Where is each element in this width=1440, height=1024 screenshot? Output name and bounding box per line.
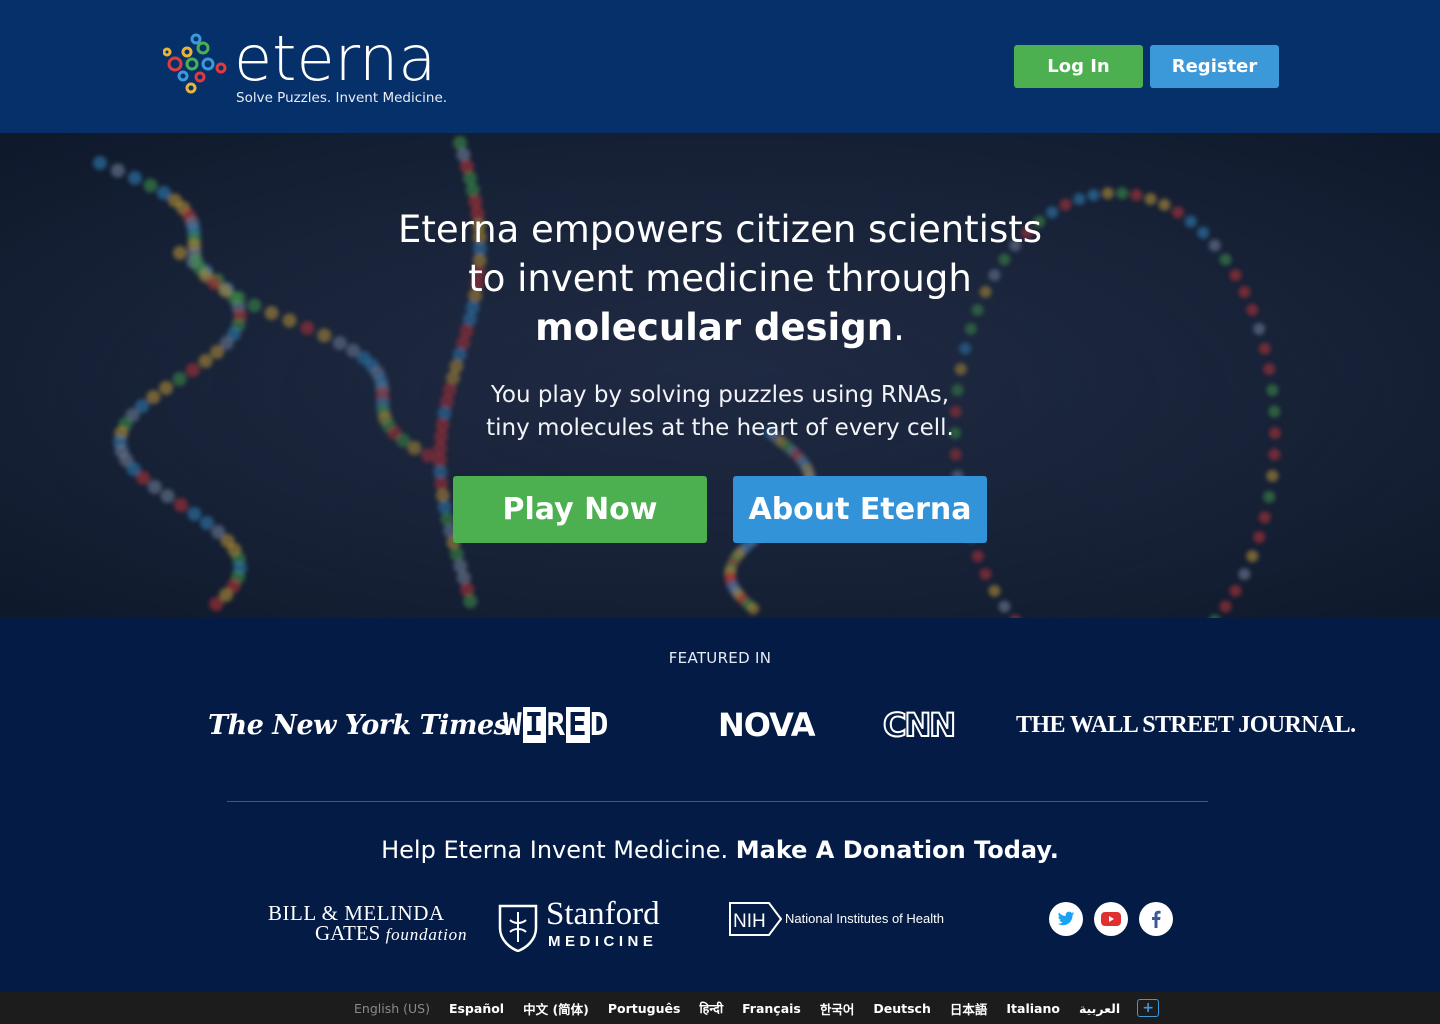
nyt-logo: The New York Times [208, 709, 509, 741]
lang-current: English (US) [354, 1000, 430, 1016]
nova-logo: NOVA [718, 706, 815, 744]
logo-tagline: Solve Puzzles. Invent Medicine. [236, 90, 448, 106]
lang-pt[interactable]: Português [608, 1001, 681, 1016]
site-header: eterna Solve Puzzles. Invent Medicine. L… [0, 0, 1440, 133]
nih-logo[interactable]: NIH National Institutes of Health [729, 902, 949, 936]
hero-section: Eterna empowers citizen scientists to in… [0, 133, 1440, 618]
facebook-button[interactable] [1139, 902, 1173, 936]
stanford-wordmark: Stanford [546, 896, 660, 932]
language-bar: English (US) Español 中文 (简体) Português ह… [0, 992, 1440, 1024]
hero-title-line2: to invent medicine through [468, 257, 972, 300]
nih-name: National Institutes of Health [785, 911, 944, 926]
youtube-icon [1101, 912, 1121, 926]
lang-ar[interactable]: العربية [1079, 1001, 1120, 1016]
lang-zh[interactable]: 中文 (简体) [523, 999, 589, 1018]
wsj-logo: THE WALL STREET JOURNAL. [1016, 711, 1356, 738]
youtube-button[interactable] [1094, 902, 1128, 936]
featured-in-label: FEATURED IN [668, 649, 772, 667]
cnn-logo: CNN [882, 705, 957, 745]
lang-ja[interactable]: 日本語 [950, 999, 988, 1018]
hero-title-line1: Eterna empowers citizen scientists [397, 208, 1043, 251]
lang-hi[interactable]: हिन्दी [699, 1000, 723, 1017]
lang-de[interactable]: Deutsch [873, 1001, 930, 1016]
register-button[interactable]: Register [1150, 45, 1279, 88]
logo-wordmark: eterna [234, 22, 437, 95]
wired-logo: WIRED [503, 707, 610, 743]
twitter-button[interactable] [1049, 902, 1083, 936]
gates-foundation-logo[interactable]: BILL & MELINDA GATES foundation [268, 901, 468, 945]
lang-it[interactable]: Italiano [1006, 1001, 1060, 1016]
donate-lead: Help Eterna Invent Medicine. [381, 836, 736, 864]
hero-title-end: . [893, 306, 905, 349]
hero-subtitle: You play by solving puzzles using RNAs, … [370, 379, 1070, 445]
stanford-shield-icon [498, 904, 538, 952]
nih-badge-icon: NIH [729, 902, 783, 936]
twitter-icon [1057, 911, 1075, 926]
lang-fr[interactable]: Français [742, 1001, 801, 1016]
hero-headline: Eterna empowers citizen scientists to in… [320, 205, 1120, 352]
svg-text:NIH: NIH [733, 911, 766, 932]
play-now-button[interactable]: Play Now [453, 476, 707, 543]
donation-banner: Help Eterna Invent Medicine. Make A Dona… [300, 836, 1140, 864]
facebook-icon [1152, 910, 1161, 928]
login-button[interactable]: Log In [1014, 45, 1143, 88]
stanford-medicine-logo[interactable]: Stanford MEDICINE [498, 896, 678, 952]
hero-sub-line2: tiny molecules at the heart of every cel… [486, 415, 954, 441]
hero-sub-line1: You play by solving puzzles using RNAs, [490, 382, 950, 408]
gates-line2: GATES foundation [315, 921, 468, 945]
donate-link[interactable]: Make A Donation Today. [736, 836, 1059, 864]
hero-title-bold: molecular design [535, 306, 894, 349]
eterna-logo-icon [163, 33, 227, 94]
section-divider [227, 801, 1208, 802]
more-languages-button[interactable]: + [1137, 999, 1160, 1017]
about-eterna-button[interactable]: About Eterna [733, 476, 987, 543]
lang-ko[interactable]: 한국어 [820, 999, 855, 1018]
eterna-logo[interactable]: eterna Solve Puzzles. Invent Medicine. [163, 28, 463, 108]
language-list: English (US) Español 中文 (简体) Português ह… [354, 992, 1178, 1024]
medicine-wordmark: MEDICINE [548, 933, 658, 950]
lang-es[interactable]: Español [449, 1001, 504, 1016]
